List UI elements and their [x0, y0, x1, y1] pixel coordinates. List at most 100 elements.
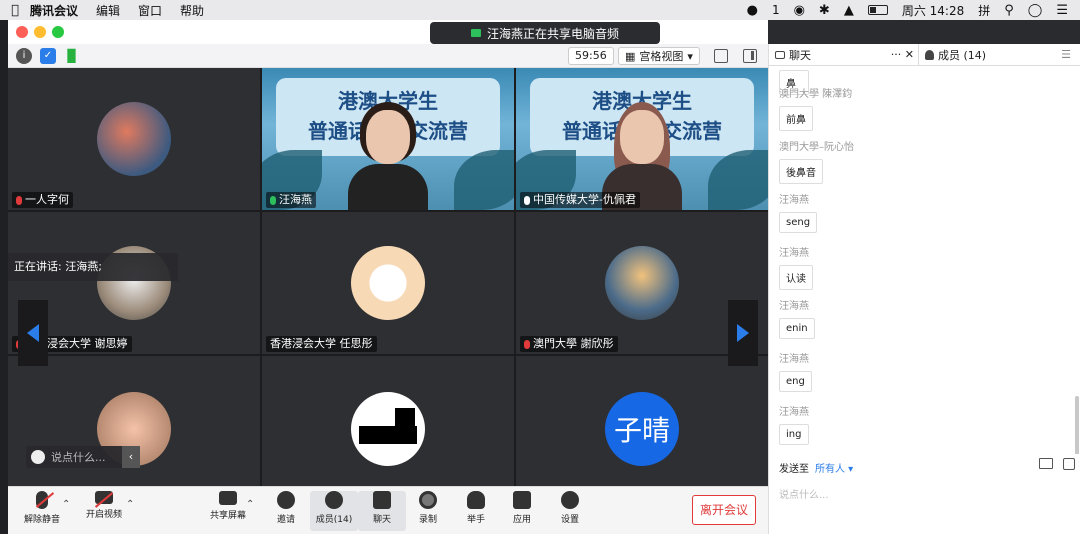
tab-chat[interactable]: 聊天 ··· ✕ [769, 43, 919, 66]
signal-icon[interactable]: ▉ [64, 48, 80, 64]
person-figure [348, 100, 428, 210]
raise-hand-button[interactable]: 举手 [452, 491, 500, 531]
shield-icon[interactable]: ✓ [40, 47, 56, 64]
panel-menu-icon[interactable]: ☰ [1061, 48, 1080, 61]
members-button[interactable]: 成员(14) [310, 491, 358, 531]
mascot-icon[interactable]: ◉ [794, 3, 805, 18]
wifi-icon[interactable]: ▲ [844, 3, 854, 18]
chat-button[interactable]: 聊天 [358, 491, 406, 531]
floating-chat-input[interactable]: 说点什么... ‹ [26, 446, 140, 468]
chat-scrollbar[interactable] [1075, 396, 1079, 454]
menu-help[interactable]: 帮助 [180, 2, 204, 19]
chat-message: 汪海燕 ing [779, 406, 809, 445]
mic-icon [524, 195, 530, 205]
apps-button[interactable]: 应用 [498, 491, 546, 531]
sidebar-toggle-icon[interactable] [743, 49, 757, 63]
message-text[interactable]: 认读 [779, 265, 813, 290]
send-to-target-dropdown[interactable]: 所有人 ▾ [815, 460, 853, 475]
message-text[interactable]: enin [779, 318, 815, 339]
share-options-chevron-icon[interactable]: ⌃ [246, 499, 254, 510]
menu-window[interactable]: 窗口 [138, 2, 162, 19]
battery-icon[interactable] [867, 5, 888, 15]
message-text[interactable]: 前鼻 [779, 106, 813, 131]
send-to-selector: 发送至 所有人 ▾ [779, 460, 853, 475]
apps-icon [513, 491, 531, 509]
message-text[interactable]: 後鼻音 [779, 159, 823, 184]
video-tile[interactable] [262, 356, 514, 486]
leave-meeting-button[interactable]: 离开会议 [692, 495, 756, 525]
video-tile[interactable]: 香港浸会大学 任思彤 [262, 212, 514, 354]
invite-button[interactable]: 邀请 [262, 491, 310, 531]
video-grid: 一人字何 港澳大学生 普通话培训交流营 汪海燕 港澳大学生 普通话培训交 [8, 68, 768, 486]
chat-input[interactable]: 说点什么... [779, 486, 829, 501]
settings-button[interactable]: 设置 [546, 491, 594, 531]
message-text[interactable]: eng [779, 371, 812, 392]
chat-messages: 鼻 澳門大學 陳澤鈞 前鼻 澳門大學–阮心怡 後鼻音 汪海燕 seng 汪海燕 … [769, 66, 1080, 454]
message-sender: 汪海燕 [779, 248, 809, 259]
chat-message: 澳門大學–阮心怡 後鼻音 [779, 141, 854, 184]
chat-message: 汪海燕 seng [779, 194, 818, 233]
record-icon [419, 491, 437, 509]
video-tile[interactable]: 子晴 [516, 356, 768, 486]
minimize-window-button[interactable] [34, 26, 46, 38]
next-page-button[interactable] [728, 300, 758, 366]
video-tile-active[interactable]: 港澳大学生 普通话培训交流营 汪海燕 [262, 68, 514, 210]
leaf-decoration [454, 150, 514, 210]
search-icon[interactable]: ⚲ [1004, 3, 1014, 18]
info-icon[interactable]: i [16, 47, 32, 64]
collapse-chevron-icon[interactable]: ‹ [122, 446, 140, 468]
prev-page-button[interactable] [18, 300, 48, 366]
initials-avatar: 子晴 [605, 391, 679, 466]
menu-app-name[interactable]: 腾讯会议 [30, 2, 78, 19]
tab-members-label: 成员 (14) [938, 48, 987, 62]
participant-name: 中国传媒大学-仇佩君 [533, 193, 636, 206]
share-screen-icon [219, 491, 237, 505]
emoji-icon[interactable] [31, 450, 45, 464]
close-window-button[interactable] [16, 26, 28, 38]
speaking-indicator: 正在讲话: 汪海燕; [8, 253, 178, 281]
menu-status-area: ● 1 ◉ ✱ ▲ 周六 14:28 拼 ⚲ ◯ ☰ [747, 2, 1080, 19]
apple-menu-icon[interactable]:  [0, 3, 30, 18]
face [366, 110, 410, 164]
menu-edit[interactable]: 编辑 [96, 2, 120, 19]
screenshot-icon[interactable] [1063, 458, 1075, 470]
datetime[interactable]: 周六 14:28 [902, 2, 964, 19]
video-tile[interactable]: 一人字何 [8, 68, 260, 210]
chat-icon [373, 491, 391, 509]
members-icon [325, 491, 343, 509]
hand-icon [467, 491, 485, 509]
input-method-icon[interactable]: 拼 [978, 2, 990, 19]
grid-icon: ▦ [625, 49, 636, 63]
control-center-icon[interactable]: ☰ [1056, 3, 1068, 18]
zoom-window-button[interactable] [52, 26, 64, 38]
audio-options-chevron-icon[interactable]: ⌃ [62, 499, 70, 510]
tab-members[interactable]: 成员 (14) [919, 44, 986, 66]
wechat-icon[interactable]: ● [747, 3, 758, 18]
record-label: 录制 [418, 515, 437, 525]
message-text[interactable]: seng [779, 212, 818, 233]
folder-icon[interactable] [1039, 458, 1053, 469]
arrow-left-icon [27, 324, 39, 342]
send-to-target: 所有人 [815, 464, 845, 475]
mic-muted-icon [524, 339, 530, 349]
siri-icon[interactable]: ◯ [1028, 3, 1043, 18]
avatar [351, 391, 425, 466]
chat-message: 汪海燕 enin [779, 300, 815, 339]
panel-tabs: 聊天 ··· ✕ 成员 (14) ☰ [769, 43, 1080, 66]
raise-hand-label: 举手 [466, 515, 485, 525]
participant-name: 香港浸会大学 任思彤 [270, 337, 373, 350]
unmute-button[interactable]: 解除静音 [18, 491, 66, 531]
fullscreen-icon[interactable] [714, 49, 728, 63]
chat-message: 汪海燕 认读 [779, 247, 813, 290]
video-options-chevron-icon[interactable]: ⌃ [126, 499, 134, 510]
share-screen-button[interactable]: 共享屏幕 [204, 491, 252, 531]
participant-name-tag: 一人字何 [12, 192, 73, 208]
message-sender: 澳門大學 陳澤鈞 [779, 89, 853, 100]
video-tile[interactable]: 港澳大学生 普通话培训交流营 中国传媒大学-仇佩君 [516, 68, 768, 210]
view-mode-dropdown[interactable]: ▦ 宫格视图 ▾ [618, 47, 700, 65]
record-button[interactable]: 录制 [404, 491, 452, 531]
bluetooth-icon[interactable]: ✱ [819, 3, 830, 18]
start-video-button[interactable]: 开启视频 [80, 491, 128, 531]
more-options-icon[interactable]: ··· ✕ [891, 48, 918, 61]
message-text[interactable]: ing [779, 424, 809, 445]
